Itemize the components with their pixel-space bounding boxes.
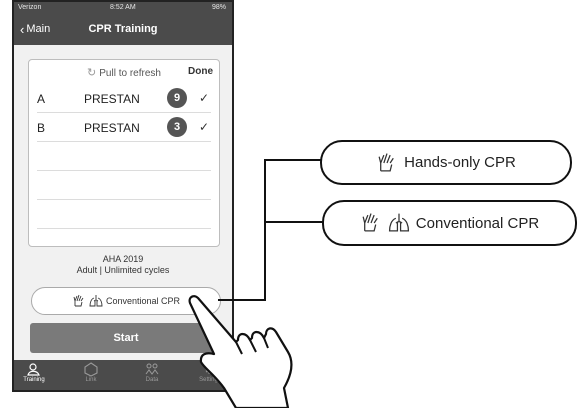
refresh-row: ↻ Pull to refresh Done [29, 66, 219, 80]
battery-level: 98% [211, 4, 226, 11]
carrier-label: Verizon [18, 4, 42, 11]
guideline-label: AHA 2019 [102, 254, 144, 264]
tab-data[interactable]: Data [132, 362, 172, 383]
list-item[interactable]: B PRESTAN 3 ✓ [37, 113, 211, 142]
row-letter: B [37, 121, 46, 135]
done-button[interactable]: Done [188, 66, 213, 77]
callout-label: Hands-only CPR [404, 154, 516, 171]
training-icon [14, 362, 54, 377]
conventional-cpr-callout: Conventional CPR [322, 200, 577, 246]
lungs-icon [89, 295, 103, 307]
count-badge: 9 [167, 88, 187, 108]
session-info: AHA 2019 Adult | Unlimited cycles [14, 254, 232, 276]
hands-icon [362, 213, 378, 232]
checkmark-icon: ✓ [198, 120, 209, 134]
pointing-hand-icon [188, 295, 293, 408]
clock: 8:52 AM [110, 4, 136, 11]
connector-line [264, 159, 266, 301]
cycle-mode-label: Adult | Unlimited cycles [76, 265, 170, 275]
callout-label: Conventional CPR [415, 214, 540, 232]
connector-line [264, 159, 322, 161]
hands-only-cpr-callout: Hands-only CPR [320, 140, 572, 185]
connector-line [264, 221, 324, 223]
cpr-mode-label: Conventional CPR [105, 296, 181, 306]
manikin-name: PRESTAN [84, 92, 140, 106]
lungs-icon [388, 213, 409, 232]
refresh-label: Pull to refresh [99, 68, 161, 79]
list-item[interactable]: A PRESTAN 9 ✓ [37, 84, 211, 113]
tab-label: Data [145, 377, 159, 383]
link-icon [71, 362, 111, 377]
hands-icon [378, 152, 394, 171]
tab-label: Link [85, 377, 97, 383]
manikin-list: ↻ Pull to refresh Done A PRESTAN 9 ✓ B PR… [28, 59, 220, 247]
navigation-bar: ‹ Main CPR Training [14, 15, 232, 45]
data-icon [132, 362, 172, 377]
manikin-name: PRESTAN [84, 121, 140, 135]
hands-icon [73, 294, 84, 307]
refresh-icon: ↻ [87, 67, 97, 79]
page-title: CPR Training [88, 23, 158, 35]
empty-row [37, 142, 211, 171]
status-bar: Verizon 8:52 AM 98% [14, 2, 232, 15]
empty-row [37, 171, 211, 200]
tab-label: Training [23, 377, 45, 383]
tab-link[interactable]: Link [71, 362, 111, 383]
tab-training[interactable]: Training [14, 362, 54, 383]
checkmark-icon: ✓ [198, 91, 209, 105]
count-badge: 3 [167, 117, 187, 137]
row-letter: A [37, 92, 46, 106]
empty-row [37, 200, 211, 229]
